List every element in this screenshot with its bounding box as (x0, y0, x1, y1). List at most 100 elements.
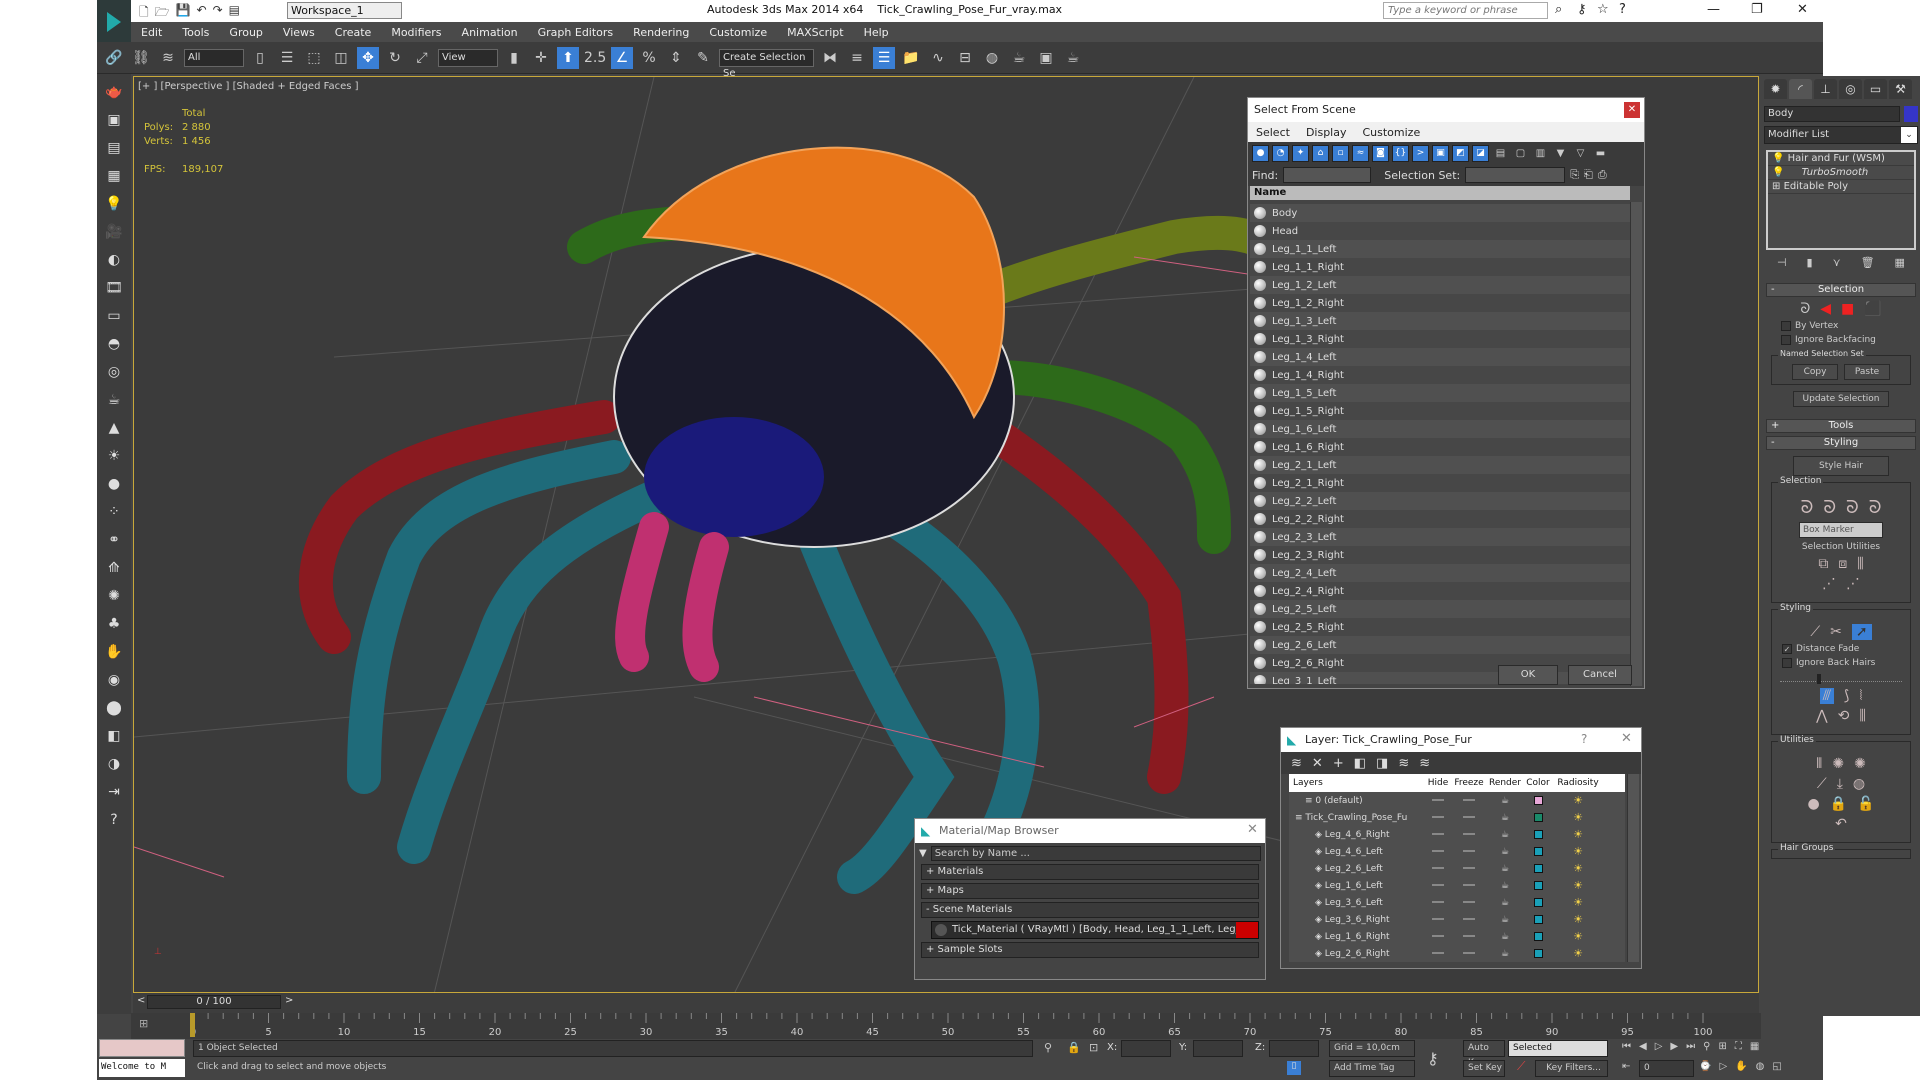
select-all-icon[interactable]: ⎘ (1570, 168, 1579, 182)
hide-toggle[interactable] (1425, 949, 1451, 959)
select-layer-icon[interactable]: ◨ (1376, 756, 1388, 771)
layer-color-swatch[interactable] (1523, 880, 1553, 891)
radiosity-icon[interactable]: ☀ (1553, 896, 1603, 909)
list-scrollbar[interactable] (1630, 202, 1642, 686)
radiosity-icon[interactable]: ☀ (1553, 862, 1603, 875)
panel-icon[interactable]: ▤ (103, 138, 125, 158)
frozen-filter-icon[interactable]: ◩ (1452, 144, 1469, 162)
scene-materials-section[interactable]: - Scene Materials (921, 902, 1259, 918)
fov-icon[interactable]: ▷ (1719, 1061, 1727, 1072)
filter-options-icon[interactable]: ▽ (1572, 145, 1589, 162)
face-selection-icon[interactable]: ◀ (1820, 301, 1831, 317)
hide-selected-icon[interactable]: ⋰ (1822, 576, 1836, 592)
add-to-layer-icon[interactable]: + (1333, 756, 1344, 771)
list-item[interactable]: Leg_2_4_Right (1250, 582, 1642, 600)
display-all-icon[interactable]: ▤ (1492, 145, 1509, 162)
align-icon[interactable]: ≡ (846, 47, 868, 69)
cancel-button[interactable]: Cancel (1568, 665, 1632, 685)
snap-toggle-icon[interactable]: 2.5 (584, 47, 606, 69)
select-rotate-icon[interactable]: ↻ (384, 47, 406, 69)
rotate-selection-icon[interactable]: ⧈ (1838, 556, 1847, 572)
z-coordinate-field[interactable] (1269, 1040, 1319, 1057)
dialog-menu-customize[interactable]: Customize (1362, 126, 1420, 139)
hair-brush-icon[interactable]: ⟋ (1810, 624, 1820, 640)
layer-color-swatch[interactable] (1523, 795, 1553, 806)
key-icon[interactable]: ⚷ (1577, 2, 1587, 17)
select-move-icon[interactable]: ✥ (357, 46, 379, 69)
render-teapot-icon[interactable]: ☕ (1487, 864, 1523, 874)
menu-customize[interactable]: Customize (699, 26, 777, 39)
copy-button[interactable]: Copy (1792, 364, 1838, 380)
zoom-extents-icon[interactable]: ⛶ (1735, 1041, 1742, 1052)
set-key-button[interactable]: Set Key (1463, 1060, 1505, 1077)
hf-icon[interactable]: ✋ (103, 642, 125, 662)
window-crossing-icon[interactable]: ◫ (330, 47, 352, 69)
hide-toggle[interactable] (1425, 932, 1451, 942)
tower-icon[interactable]: ⟰ (103, 558, 125, 578)
auto-key-button[interactable]: Auto Key (1463, 1040, 1505, 1068)
display-invert-icon[interactable]: ▥ (1532, 145, 1549, 162)
teapot-icon[interactable]: 🫖 (103, 82, 125, 102)
radiosity-icon[interactable]: ☀ (1553, 947, 1603, 960)
stand-icon[interactable]: ⟆ (1844, 688, 1849, 704)
render-teapot-icon[interactable]: ☕ (1487, 847, 1523, 857)
render-teapot-icon[interactable]: ☕ (1487, 949, 1523, 959)
select-in-layer-icon[interactable]: ◧ (1354, 756, 1366, 771)
pan-icon[interactable]: ✋ (1735, 1061, 1747, 1072)
freeze-toggle[interactable] (1451, 813, 1487, 823)
pivot-center-icon[interactable]: ▮ (503, 47, 525, 69)
list-item[interactable]: Leg_2_1_Right (1250, 474, 1642, 492)
curve-editor-icon[interactable]: ∿ (927, 47, 949, 69)
delete-layer-icon[interactable]: ✕ (1312, 756, 1323, 771)
layer-column-color[interactable]: Color (1523, 778, 1553, 788)
display-none-icon[interactable]: ▢ (1512, 145, 1529, 162)
add-time-tag-button[interactable]: Add Time Tag (1329, 1060, 1415, 1077)
hide-toggle[interactable] (1425, 881, 1451, 891)
named-selection-set-select[interactable]: Create Selection Se (719, 48, 814, 79)
hidden-filter-icon[interactable]: ◪ (1472, 144, 1489, 162)
ox-icon[interactable]: ◉ (103, 670, 125, 690)
toggle-collisions-icon[interactable]: ◍ (1853, 776, 1865, 792)
translate-icon[interactable]: ⫻ (1819, 688, 1834, 704)
material-icon[interactable]: ◧ (103, 726, 125, 746)
radiosity-icon[interactable]: ☀ (1553, 913, 1603, 926)
hide-toggle[interactable] (1425, 830, 1451, 840)
render-teapot-icon[interactable]: ☕ (1487, 796, 1523, 806)
distance-fade-checkbox[interactable]: ✓ Distance Fade (1782, 644, 1900, 654)
find-input[interactable] (1283, 167, 1372, 183)
minimize-icon[interactable]: — (1707, 2, 1720, 17)
undo-icon[interactable]: ↶ (1835, 816, 1847, 832)
selection-set-select[interactable] (1465, 167, 1566, 183)
list-item[interactable]: Head (1250, 222, 1642, 240)
time-slider[interactable]: 0 / 100 (147, 995, 281, 1009)
hierarchy-tab-icon[interactable]: ⊥ (1814, 79, 1837, 99)
menu-views[interactable]: Views (273, 26, 325, 39)
filter-icon[interactable]: ▼ (1552, 145, 1569, 162)
workspace-select[interactable]: Workspace_1 (287, 2, 402, 19)
maps-section[interactable]: + Maps (921, 883, 1259, 899)
maximize-viewport-icon[interactable]: ◱ (1772, 1061, 1781, 1072)
mirror-icon[interactable]: ⧓ (819, 47, 841, 69)
render-teapot-icon[interactable]: ☕ (1487, 830, 1523, 840)
radiosity-icon[interactable]: ☀ (1553, 794, 1603, 807)
radiosity-icon[interactable]: ☀ (1553, 879, 1603, 892)
key-mode-toggle-icon[interactable]: ⇤ (1622, 1061, 1630, 1072)
layer-color-swatch[interactable] (1523, 829, 1553, 840)
layer-row[interactable]: ≡ 0 (default) ☕ ☀ (1289, 792, 1625, 809)
unlink-icon[interactable]: ⛓ (130, 47, 152, 69)
display-tab-icon[interactable]: ▭ (1864, 79, 1887, 99)
radiosity-icon[interactable]: ☀ (1553, 811, 1603, 824)
rotate-icon[interactable]: ⟲ (1838, 708, 1850, 724)
create-tab-icon[interactable]: ✹ (1764, 79, 1787, 99)
pop-zero-icon[interactable]: ✺ (1854, 756, 1866, 772)
attenuate-icon[interactable]: ⦀ (1816, 756, 1822, 772)
fur-icon[interactable]: ✺ (103, 586, 125, 606)
layer-column-hide[interactable]: Hide (1425, 778, 1451, 788)
remove-modifier-icon[interactable]: 🗑 (1861, 256, 1875, 269)
menu-maxscript[interactable]: MAXScript (777, 26, 853, 39)
layer-row[interactable]: ◈ Leg_4_6_Left ☕ ☀ (1289, 843, 1625, 860)
materials-section[interactable]: + Materials (921, 864, 1259, 880)
layer-column-freeze[interactable]: Freeze (1451, 778, 1487, 788)
select-by-name-icon[interactable]: ☰ (276, 47, 298, 69)
ignore-back-hairs-checkbox[interactable]: Ignore Back Hairs (1782, 658, 1900, 668)
